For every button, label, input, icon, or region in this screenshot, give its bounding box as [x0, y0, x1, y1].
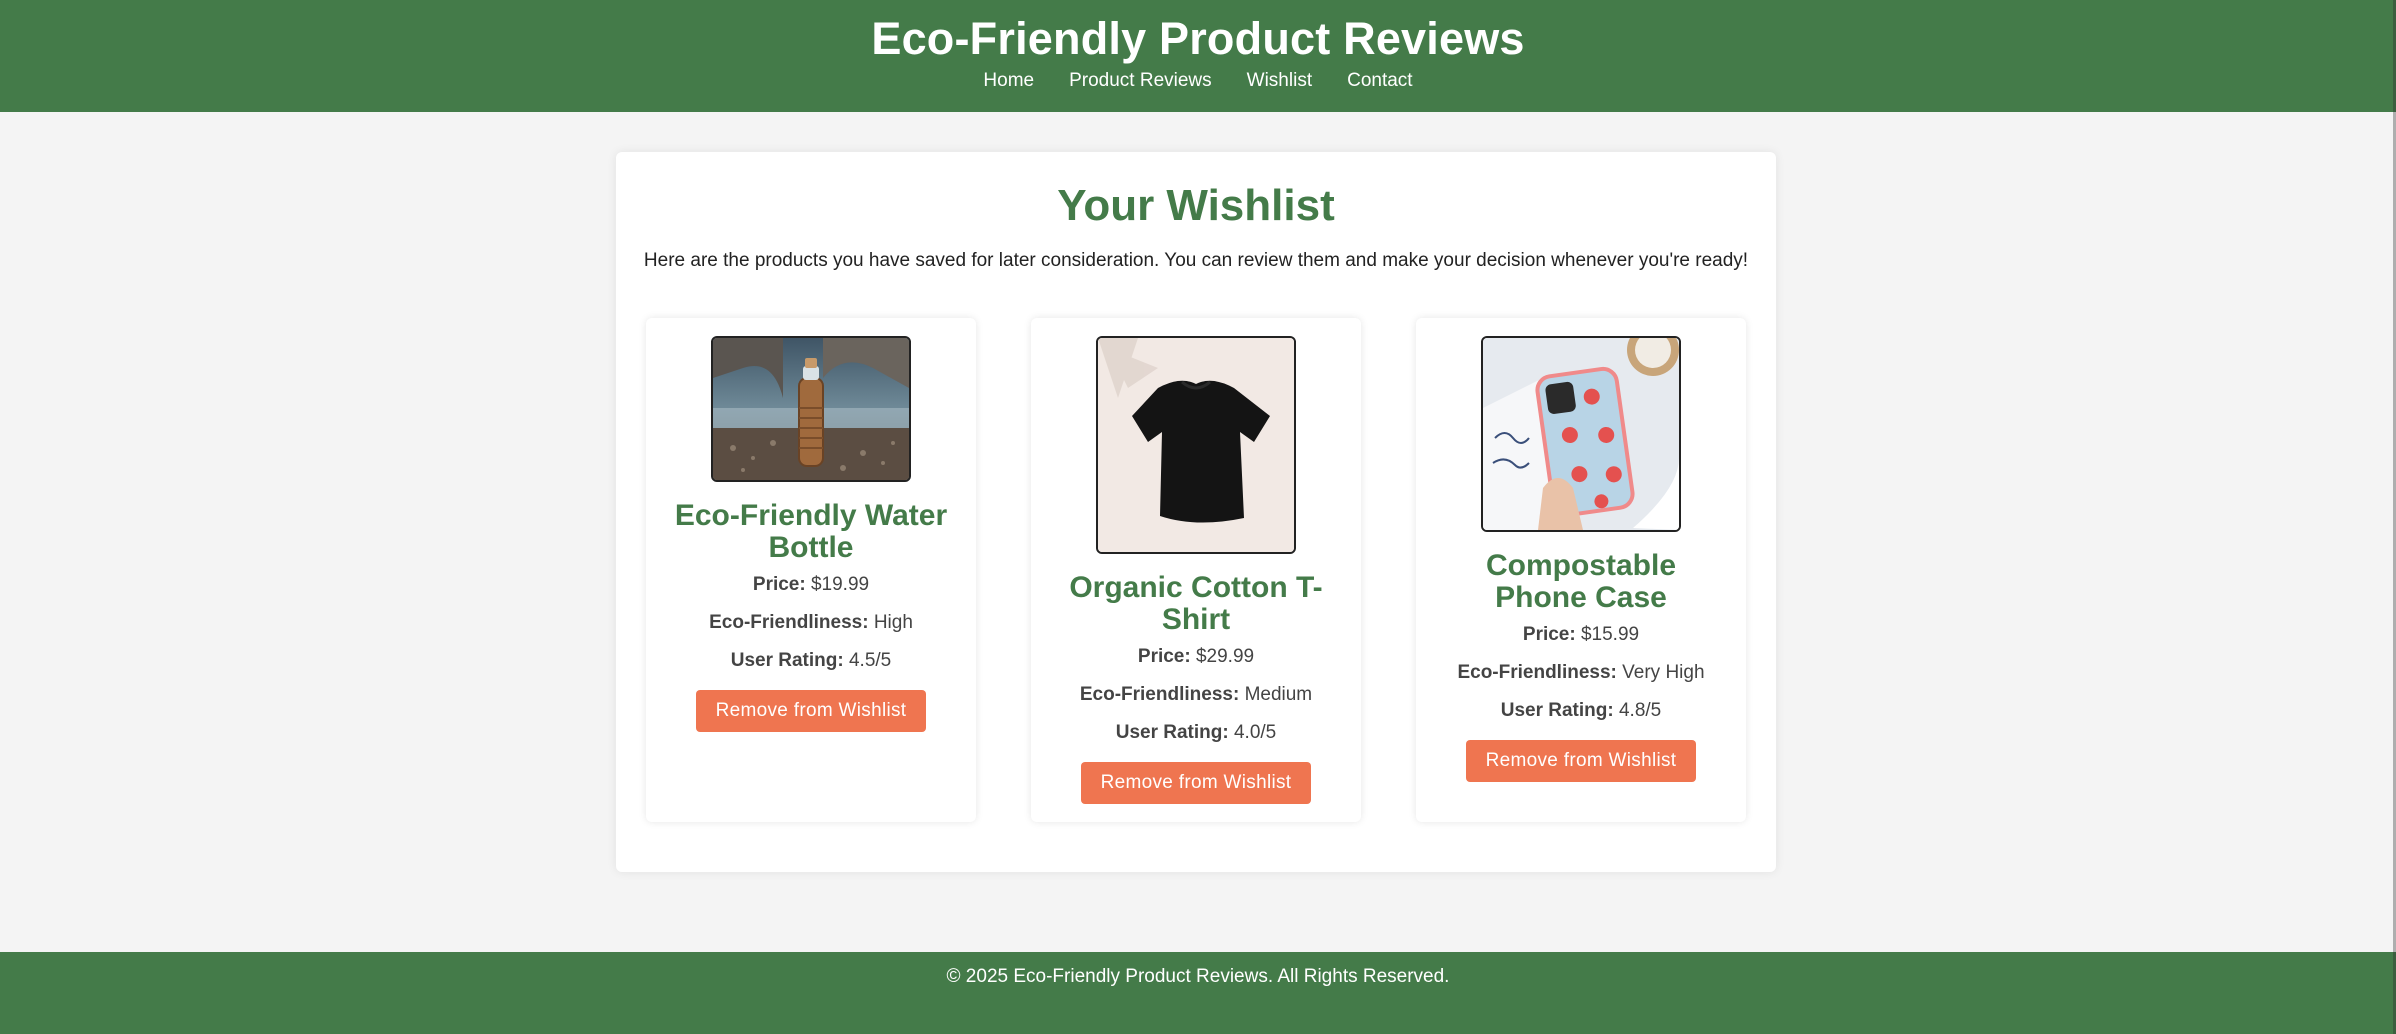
nav-wishlist-link[interactable]: Wishlist	[1247, 68, 1312, 94]
product-card: Organic Cotton T-Shirt Price: $29.99 Eco…	[1031, 318, 1361, 822]
page-title: Your Wishlist	[1057, 181, 1335, 230]
eco-value: Very High	[1622, 662, 1705, 683]
product-rating: User Rating: 4.8/5	[1416, 698, 1746, 736]
site-header: Eco-Friendly Product Reviews Home Produc…	[0, 0, 2396, 112]
rating-label: User Rating:	[730, 650, 844, 671]
price-label: Price:	[752, 574, 806, 595]
price-label: Price:	[1522, 624, 1576, 645]
eco-label: Eco-Friendliness:	[709, 612, 869, 633]
product-rating: User Rating: 4.5/5	[646, 648, 976, 686]
product-card: Eco-Friendly Water Bottle Price: $19.99 …	[646, 318, 976, 822]
footer-copyright: © 2025 Eco-Friendly Product Reviews. All…	[946, 966, 1450, 987]
product-price: Price: $19.99	[646, 572, 976, 610]
remove-from-wishlist-button[interactable]: Remove from Wishlist	[1081, 762, 1311, 804]
rating-value: 4.8/5	[1618, 700, 1662, 721]
phone-case-image	[1481, 336, 1681, 532]
product-eco: Eco-Friendliness: Medium	[1031, 682, 1361, 720]
nav-home-link[interactable]: Home	[983, 68, 1034, 94]
nav-contact-link[interactable]: Contact	[1347, 68, 1412, 94]
eco-value: Medium	[1244, 684, 1313, 705]
product-card: Compostable Phone Case Price: $15.99 Eco…	[1416, 318, 1746, 822]
product-name: Eco-Friendly Water Bottle	[674, 499, 948, 564]
price-label: Price:	[1137, 646, 1191, 667]
remove-from-wishlist-button[interactable]: Remove from Wishlist	[696, 690, 926, 732]
product-name: Compostable Phone Case	[1485, 549, 1677, 614]
rating-value: 4.5/5	[848, 650, 892, 671]
product-name: Organic Cotton T-Shirt	[1069, 571, 1323, 636]
nav-product-reviews-link[interactable]: Product Reviews	[1069, 68, 1212, 94]
site-footer: © 2025 Eco-Friendly Product Reviews. All…	[0, 952, 2396, 1034]
product-eco: Eco-Friendliness: High	[646, 610, 976, 648]
water-bottle-image	[711, 336, 911, 482]
product-price: Price: $15.99	[1416, 622, 1746, 660]
main-nav: Home Product Reviews Wishlist Contact	[0, 68, 2396, 94]
site-title: Eco-Friendly Product Reviews	[871, 13, 1525, 64]
remove-from-wishlist-button[interactable]: Remove from Wishlist	[1466, 740, 1696, 782]
price-value: $29.99	[1195, 646, 1255, 667]
rating-label: User Rating:	[1115, 722, 1229, 743]
wishlist-panel: Your Wishlist Here are the products you …	[616, 152, 1776, 872]
rating-label: User Rating:	[1500, 700, 1614, 721]
wishlist-intro: Here are the products you have saved for…	[643, 250, 1749, 271]
eco-value: High	[873, 612, 913, 633]
price-value: $15.99	[1580, 624, 1640, 645]
eco-label: Eco-Friendliness:	[1457, 662, 1617, 683]
rating-value: 4.0/5	[1233, 722, 1277, 743]
product-price: Price: $29.99	[1031, 644, 1361, 682]
eco-label: Eco-Friendliness:	[1079, 684, 1240, 705]
product-rating: User Rating: 4.0/5	[1031, 720, 1361, 758]
product-eco: Eco-Friendliness: Very High	[1416, 660, 1746, 698]
tshirt-image	[1096, 336, 1296, 554]
price-value: $19.99	[810, 574, 870, 595]
